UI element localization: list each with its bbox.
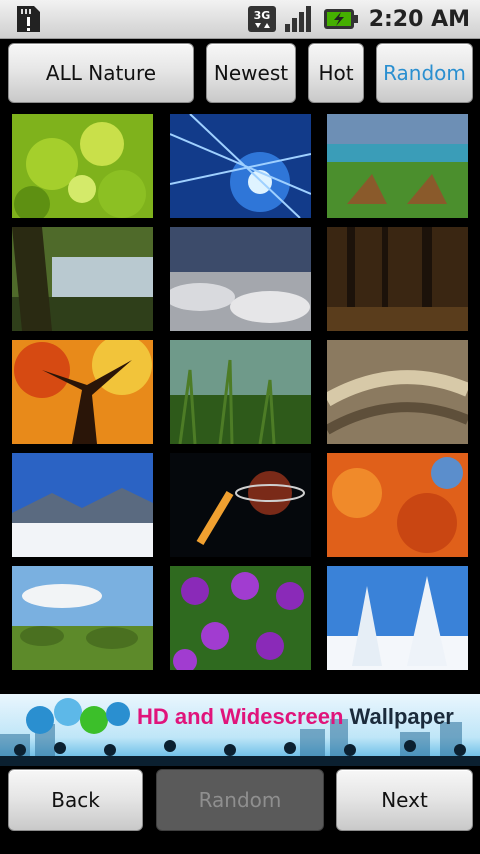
back-button[interactable]: Back (8, 769, 143, 831)
thumbnail-snowy-trees[interactable] (327, 566, 468, 670)
3g-data-icon: 3G (247, 6, 276, 32)
category-tabs: ALL Nature Newest Hot Random (0, 42, 480, 106)
sd-card-alert-icon (17, 6, 40, 32)
thumbnail-snowy-mountains[interactable] (12, 453, 153, 557)
banner-text-part1: HD and Widescreen (137, 704, 344, 729)
thumbnail-golden-wheat[interactable] (327, 340, 468, 444)
banner-text-part2: Wallpaper (349, 704, 454, 729)
thumbnail-dark-forest[interactable] (327, 227, 468, 331)
thumbnail-autumn-tree[interactable] (12, 340, 153, 444)
tab-all-nature[interactable]: ALL Nature (8, 43, 194, 103)
thumbnail-grass-closeup[interactable] (170, 340, 311, 444)
thumbnail-forest-lake[interactable] (12, 227, 153, 331)
tab-newest[interactable]: Newest (206, 43, 296, 103)
thumbnail-clouds-from-above[interactable] (170, 227, 311, 331)
banner-text: HD and Widescreen Wallpaper (137, 704, 454, 730)
tab-random[interactable]: Random (376, 43, 473, 103)
thumbnail-green-leaves[interactable] (12, 114, 153, 218)
random-button-disabled: Random (156, 769, 324, 831)
signal-strength-icon (284, 6, 311, 32)
thumbnail-orange-autumn-leaves[interactable] (327, 453, 468, 557)
thumbnail-green-hills[interactable] (12, 566, 153, 670)
thumbnail-purple-flowers[interactable] (170, 566, 311, 670)
next-button[interactable]: Next (336, 769, 473, 831)
bottom-navigation: Back Random Next (0, 768, 480, 854)
tab-hot[interactable]: Hot (308, 43, 364, 103)
status-time: 2:20 AM (368, 6, 470, 32)
logo-icon (26, 698, 130, 734)
svg-text:3G: 3G (253, 9, 270, 22)
thumbnail-blue-ice-burst[interactable] (170, 114, 311, 218)
status-bar: 3G 2:20 AM (0, 0, 480, 39)
thumbnail-space-planets[interactable] (170, 453, 311, 557)
battery-charging-icon (323, 9, 358, 29)
banner-ad[interactable]: HD and Widescreen Wallpaper (0, 694, 480, 766)
thumbnail-beach-chairs[interactable] (327, 114, 468, 218)
